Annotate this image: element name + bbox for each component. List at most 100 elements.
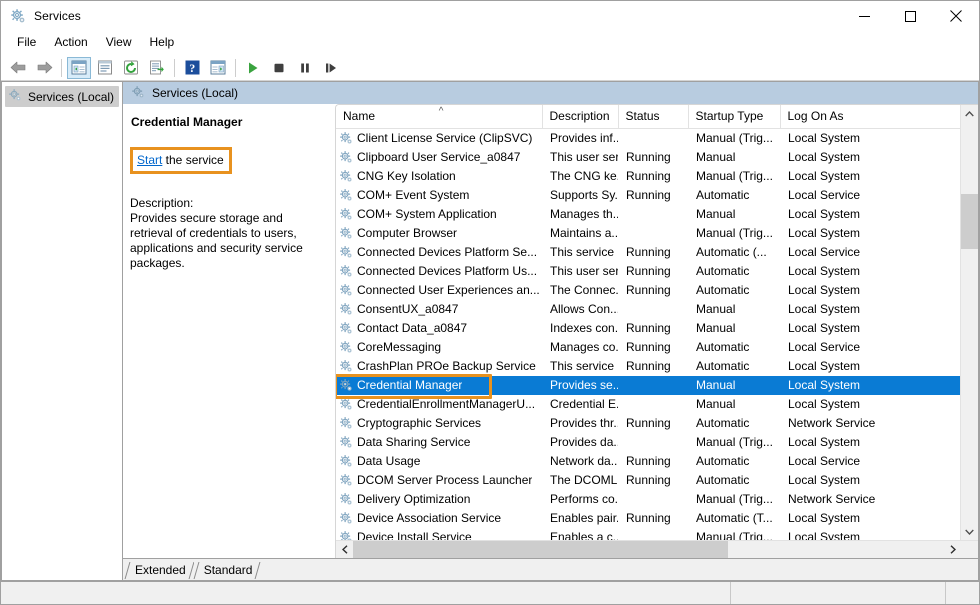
table-row[interactable]: Device Association ServiceEnables pair..… xyxy=(336,509,960,528)
scroll-up-arrow-icon[interactable] xyxy=(961,105,978,122)
service-gear-icon xyxy=(339,473,353,487)
menu-file[interactable]: File xyxy=(8,32,45,53)
service-name-label: Data Sharing Service xyxy=(357,435,470,449)
table-row[interactable]: Connected User Experiences an...The Conn… xyxy=(336,281,960,300)
status-bar xyxy=(1,581,979,604)
help-icon[interactable]: ? xyxy=(180,57,204,79)
table-row[interactable]: Cryptographic ServicesProvides thr...Run… xyxy=(336,414,960,433)
table-row[interactable]: Delivery OptimizationPerforms co...Manua… xyxy=(336,490,960,509)
table-row[interactable]: COM+ System ApplicationManages th...Manu… xyxy=(336,205,960,224)
properties-icon[interactable] xyxy=(93,57,117,79)
column-status[interactable]: Status xyxy=(618,105,688,129)
horizontal-scrollbar[interactable] xyxy=(336,540,978,558)
window-title: Services xyxy=(34,9,81,23)
table-row[interactable]: CoreMessagingManages co...RunningAutomat… xyxy=(336,338,960,357)
start-service-action[interactable]: Start the service xyxy=(130,147,232,174)
start-service-link[interactable]: Start xyxy=(137,153,162,167)
show-hide-action-pane-icon[interactable] xyxy=(206,57,230,79)
cell-description: Allows Con... xyxy=(542,300,618,319)
cell-status xyxy=(618,395,688,414)
cell-name: COM+ Event System xyxy=(336,186,542,205)
vertical-scroll-track[interactable] xyxy=(961,122,978,523)
pause-service-icon[interactable] xyxy=(293,57,317,79)
cell-status xyxy=(618,490,688,509)
status-bar-segment-3 xyxy=(945,582,979,604)
table-row[interactable]: COM+ Event SystemSupports Sy...RunningAu… xyxy=(336,186,960,205)
table-row[interactable]: Connected Devices Platform Se...This ser… xyxy=(336,243,960,262)
tree-item-services-local[interactable]: Services (Local) xyxy=(5,86,119,107)
table-row[interactable]: CredentialEnrollmentManagerU...Credentia… xyxy=(336,395,960,414)
column-description[interactable]: Description xyxy=(542,105,618,129)
stop-service-icon[interactable] xyxy=(267,57,291,79)
horizontal-scroll-track[interactable] xyxy=(353,541,944,558)
cell-startup-type: Automatic xyxy=(688,338,780,357)
service-name-label: COM+ System Application xyxy=(357,207,497,221)
service-gear-icon xyxy=(339,150,353,164)
table-row[interactable]: CNG Key IsolationThe CNG ke...RunningMan… xyxy=(336,167,960,186)
forward-arrow-icon[interactable] xyxy=(32,57,56,79)
service-gear-icon xyxy=(339,397,353,411)
export-list-icon[interactable] xyxy=(145,57,169,79)
horizontal-scroll-thumb[interactable] xyxy=(353,541,728,558)
table-row[interactable]: Clipboard User Service_a0847This user se… xyxy=(336,148,960,167)
tab-extended[interactable]: Extended xyxy=(125,561,194,580)
minimize-button[interactable] xyxy=(841,1,887,31)
table-row[interactable]: Contact Data_a0847Indexes con...RunningM… xyxy=(336,319,960,338)
column-startup-type[interactable]: Startup Type xyxy=(688,105,780,129)
menu-action[interactable]: Action xyxy=(45,32,96,53)
restart-service-icon[interactable] xyxy=(319,57,343,79)
back-arrow-icon[interactable] xyxy=(6,57,30,79)
service-name-label: CredentialEnrollmentManagerU... xyxy=(357,397,535,411)
column-name[interactable]: ^ Name xyxy=(336,105,542,129)
column-log-on-as[interactable]: Log On As xyxy=(780,105,960,129)
cell-description: Supports Sy... xyxy=(542,186,618,205)
cell-description: Provides da... xyxy=(542,433,618,452)
table-row[interactable]: Device Install ServiceEnables a c...Manu… xyxy=(336,528,960,541)
service-gear-icon xyxy=(339,435,353,449)
table-row[interactable]: Connected Devices Platform Us...This use… xyxy=(336,262,960,281)
cell-description: Provides se... xyxy=(542,376,618,395)
cell-log-on-as: Local System xyxy=(780,281,960,300)
console-tree-pane: Services (Local) xyxy=(1,81,123,581)
cell-description: The Connec... xyxy=(542,281,618,300)
toolbar-separator xyxy=(61,59,62,77)
table-row[interactable]: DCOM Server Process LauncherThe DCOML...… xyxy=(336,471,960,490)
table-row[interactable]: Data UsageNetwork da...RunningAutomaticL… xyxy=(336,452,960,471)
vertical-scroll-thumb[interactable] xyxy=(961,194,978,249)
cell-log-on-as: Local System xyxy=(780,148,960,167)
table-row[interactable]: Client License Service (ClipSVC)Provides… xyxy=(336,129,960,148)
results-pane-header: Services (Local) xyxy=(123,82,978,105)
vertical-scrollbar[interactable] xyxy=(960,105,978,540)
service-name-label: Device Install Service xyxy=(357,530,472,540)
maximize-button[interactable] xyxy=(887,1,933,31)
cell-status: Running xyxy=(618,186,688,205)
cell-description: Manages co... xyxy=(542,338,618,357)
cell-description: Maintains a... xyxy=(542,224,618,243)
cell-description: This service ... xyxy=(542,357,618,376)
table-row[interactable]: ConsentUX_a0847Allows Con...ManualLocal … xyxy=(336,300,960,319)
cell-name: Credential Manager xyxy=(336,376,542,395)
scroll-right-arrow-icon[interactable] xyxy=(944,541,961,558)
menu-view[interactable]: View xyxy=(97,32,141,53)
scroll-left-arrow-icon[interactable] xyxy=(336,541,353,558)
table-row[interactable]: Computer BrowserMaintains a...Manual (Tr… xyxy=(336,224,960,243)
cell-startup-type: Manual (Trig... xyxy=(688,528,780,541)
service-name-label: Connected User Experiences an... xyxy=(357,283,540,297)
services-window: Services File Action View Help xyxy=(0,0,980,605)
start-service-icon[interactable] xyxy=(241,57,265,79)
cell-startup-type: Manual (Trig... xyxy=(688,490,780,509)
menu-help[interactable]: Help xyxy=(141,32,184,53)
table-row[interactable]: CrashPlan PROe Backup ServiceThis servic… xyxy=(336,357,960,376)
table-row[interactable]: Data Sharing ServiceProvides da...Manual… xyxy=(336,433,960,452)
service-gear-icon xyxy=(339,226,353,240)
refresh-icon[interactable] xyxy=(119,57,143,79)
cell-description: The DCOML... xyxy=(542,471,618,490)
show-hide-console-tree-icon[interactable] xyxy=(67,57,91,79)
cell-status: Running xyxy=(618,319,688,338)
table-row[interactable]: Credential ManagerProvides se...ManualLo… xyxy=(336,376,960,395)
close-button[interactable] xyxy=(933,1,979,31)
tab-standard[interactable]: Standard xyxy=(194,561,261,580)
scroll-down-arrow-icon[interactable] xyxy=(961,523,978,540)
cell-name: Device Association Service xyxy=(336,509,542,528)
service-gear-icon xyxy=(339,283,353,297)
